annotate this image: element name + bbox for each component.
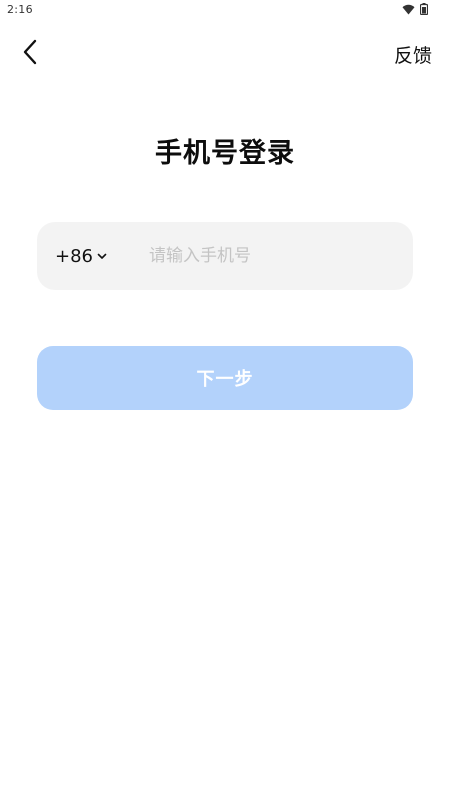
back-button[interactable]: [16, 38, 44, 70]
battery-icon: [420, 3, 428, 15]
chevron-down-icon: [97, 253, 107, 260]
country-code-label: +86: [55, 245, 93, 267]
status-time: 2:16: [7, 3, 33, 16]
feedback-button[interactable]: 反馈: [394, 41, 432, 68]
phone-number-input[interactable]: [139, 222, 413, 290]
login-screen: 2:16 反馈 手机号登录 +86 请输入手机号 下一步: [0, 0, 450, 800]
next-step-button[interactable]: 下一步: [37, 346, 413, 410]
page-title: 手机号登录: [155, 138, 295, 169]
wifi-icon: [402, 4, 415, 15]
status-bar: 2:16: [0, 0, 450, 20]
country-code-selector[interactable]: +86: [55, 246, 139, 267]
status-icons: [402, 3, 428, 15]
next-step-label: 下一步: [196, 369, 254, 390]
chevron-left-icon: [22, 39, 38, 69]
phone-input-group: +86: [37, 222, 413, 290]
